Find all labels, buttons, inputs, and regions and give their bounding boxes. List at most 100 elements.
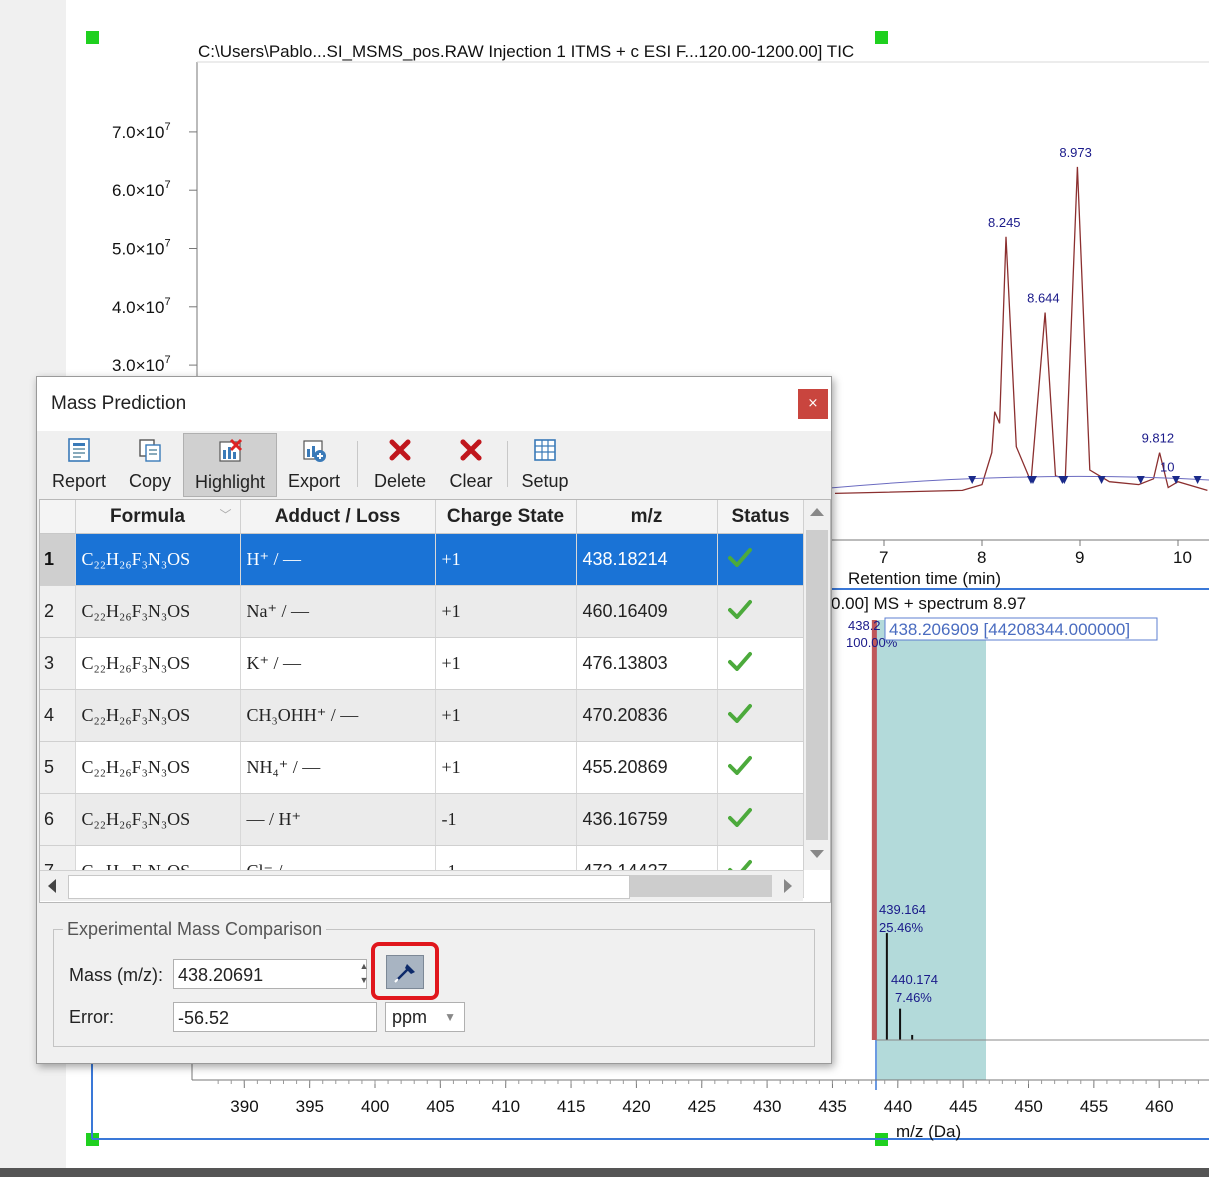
peak3-pct: 7.46%: [895, 990, 932, 1005]
spectrum-peak: [885, 933, 888, 1040]
export-button[interactable]: Export: [281, 433, 347, 495]
table-row[interactable]: 2 C₂₂H₂₆F₃N₃OS Na⁺ / — +1 460.16409: [40, 585, 804, 638]
mass-input[interactable]: 438.20691: [173, 959, 367, 989]
copy-button[interactable]: Copy: [123, 433, 177, 495]
copy-icon: [139, 439, 161, 462]
formula-header-label: Formula: [110, 505, 185, 527]
handle-top-left[interactable]: [86, 31, 99, 44]
spectrum-x-tick-label: 440: [884, 1097, 912, 1116]
status-cell: [717, 793, 804, 846]
vertical-scroll-thumb[interactable]: [806, 530, 828, 840]
units-value: ppm: [392, 1007, 428, 1027]
sort-chevron-icon: ﹀: [219, 507, 232, 522]
chrom-y-tick-label: 4.0×107: [112, 296, 171, 317]
peak-label: 8.644: [1027, 291, 1060, 306]
eyedropper-icon: [394, 964, 415, 983]
chrom-y-tick-exponent: 7: [164, 296, 170, 308]
spectrum-x-tick-label: 450: [1015, 1097, 1043, 1116]
check-icon: [727, 548, 752, 567]
scroll-up-icon[interactable]: [810, 508, 824, 516]
status-cell: [717, 741, 804, 794]
handle-top-mid[interactable]: [875, 31, 888, 44]
check-icon: [727, 756, 752, 775]
chrom-y-tick-label: 5.0×107: [112, 238, 171, 259]
scroll-left-icon[interactable]: [48, 879, 56, 893]
row-number: 1: [40, 533, 76, 586]
units-select[interactable]: ppm ▼: [385, 1002, 465, 1032]
spectrum-peak: [899, 1008, 902, 1040]
peak2-mz: 439.164: [879, 902, 926, 917]
chrom-baseline: [829, 475, 1209, 489]
horizontal-scroll-track[interactable]: [68, 875, 630, 899]
setup-label: Setup: [521, 471, 569, 491]
chrom-y-tick-label: 3.0×107: [112, 354, 171, 375]
column-header-formula[interactable]: Formula ﹀: [75, 500, 241, 534]
scroll-right-icon[interactable]: [784, 879, 792, 893]
chrom-title: C:\Users\Pablo...SI_MSMS_pos.RAW Injecti…: [198, 42, 854, 61]
chrom-x-tick-label: 9: [1075, 548, 1084, 567]
chrom-x-axis: 7 8 9 10: [830, 539, 1209, 567]
peak-marker: [1172, 476, 1181, 484]
column-header-mz[interactable]: m/z: [576, 500, 718, 534]
report-button[interactable]: Report: [43, 433, 115, 495]
status-cell: [717, 637, 804, 690]
column-header-charge[interactable]: Charge State: [435, 500, 577, 534]
chrom-peak-labels: 8.973 8.245 8.644 9.812 10: [988, 145, 1174, 475]
horizontal-scrollbar[interactable]: [40, 870, 803, 901]
prediction-table: Formula ﹀ Adduct / Loss Charge State m/z …: [40, 500, 804, 898]
table-row[interactable]: 4 C₂₂H₂₆F₃N₃OS CH₃OHH⁺ / — +1 470.20836: [40, 689, 804, 742]
formula-cell: C₂₂H₂₆F₃N₃OS: [75, 533, 241, 586]
chrom-x-tick-label: 7: [879, 548, 888, 567]
setup-button[interactable]: Setup: [515, 433, 575, 495]
column-header-status[interactable]: Status: [717, 500, 804, 534]
delete-button[interactable]: Delete: [367, 433, 433, 495]
check-icon: [727, 808, 752, 827]
chrom-y-tick-exponent: 7: [164, 354, 170, 366]
spectrum-x-tick-label: 425: [688, 1097, 716, 1116]
spectrum-x-tick-label: 405: [426, 1097, 454, 1116]
pick-mass-button[interactable]: [386, 955, 424, 989]
close-button[interactable]: ×: [798, 389, 828, 419]
row-number: 2: [40, 585, 76, 638]
peak-label: 8.973: [1059, 145, 1092, 160]
scroll-down-icon[interactable]: [810, 850, 824, 858]
toolbar-separator: [507, 441, 508, 487]
spectrum-x-tick-label: 390: [230, 1097, 258, 1116]
table-row[interactable]: 5 C₂₂H₂₆F₃N₃OS NH₄⁺ / — +1 455.20869: [40, 741, 804, 794]
charge-cell: -1: [435, 793, 577, 846]
table-row[interactable]: 3 C₂₂H₂₆F₃N₃OS K⁺ / — +1 476.13803: [40, 637, 804, 690]
table-row[interactable]: 1 C₂₂H₂₆F₃N₃OS H⁺ / — +1 438.18214: [40, 533, 804, 586]
table-row[interactable]: 6 C₂₂H₂₆F₃N₃OS — / H⁺ -1 436.16759: [40, 793, 804, 846]
column-header-adduct[interactable]: Adduct / Loss: [240, 500, 436, 534]
highlight-button[interactable]: Highlight: [183, 433, 277, 497]
dialog-titlebar[interactable]: Mass Prediction ×: [37, 377, 831, 431]
spectrum-x-axis: 390 395 400 405 410 415 420 425 430 435 440 445 450 4…: [192, 1079, 1209, 1116]
peak-label: 10: [1160, 460, 1174, 475]
mass-spinner-icon[interactable]: ▲ ▼: [357, 959, 371, 989]
prediction-grid: Formula ﹀ Adduct / Loss Charge State m/z …: [39, 499, 831, 903]
spectrum-x-tick-label: 435: [818, 1097, 846, 1116]
horizontal-scroll-thumb[interactable]: [630, 875, 772, 897]
spectrum-x-tick-label: 445: [949, 1097, 977, 1116]
adduct-cell: NH₄⁺ / —: [240, 741, 436, 794]
chrom-x-tick-label: 8: [977, 548, 986, 567]
clear-icon: [460, 439, 482, 461]
bottom-bar: [0, 1168, 1209, 1177]
peak-marker: [968, 476, 977, 484]
spectrum-highlight-band: [877, 620, 986, 1080]
row-number: 4: [40, 689, 76, 742]
delete-icon: [389, 439, 411, 461]
export-label: Export: [287, 471, 341, 491]
export-icon: [303, 440, 326, 462]
spectrum-x-tick-label: 415: [557, 1097, 585, 1116]
table-header: Formula ﹀ Adduct / Loss Charge State m/z …: [40, 500, 804, 534]
mass-prediction-dialog: Mass Prediction × Report Copy Highlight …: [36, 376, 832, 1064]
vertical-scrollbar[interactable]: [803, 500, 830, 870]
clear-button[interactable]: Clear: [441, 433, 501, 495]
chrom-y-tick-exponent: 7: [164, 179, 170, 191]
charge-cell: +1: [435, 689, 577, 742]
mass-label: Mass (m/z):: [69, 965, 163, 985]
spectrum-title: 0.00] MS + spectrum 8.97: [831, 594, 1026, 613]
spectrum-x-tick-label: 460: [1145, 1097, 1173, 1116]
dialog-title: Mass Prediction: [51, 393, 187, 414]
